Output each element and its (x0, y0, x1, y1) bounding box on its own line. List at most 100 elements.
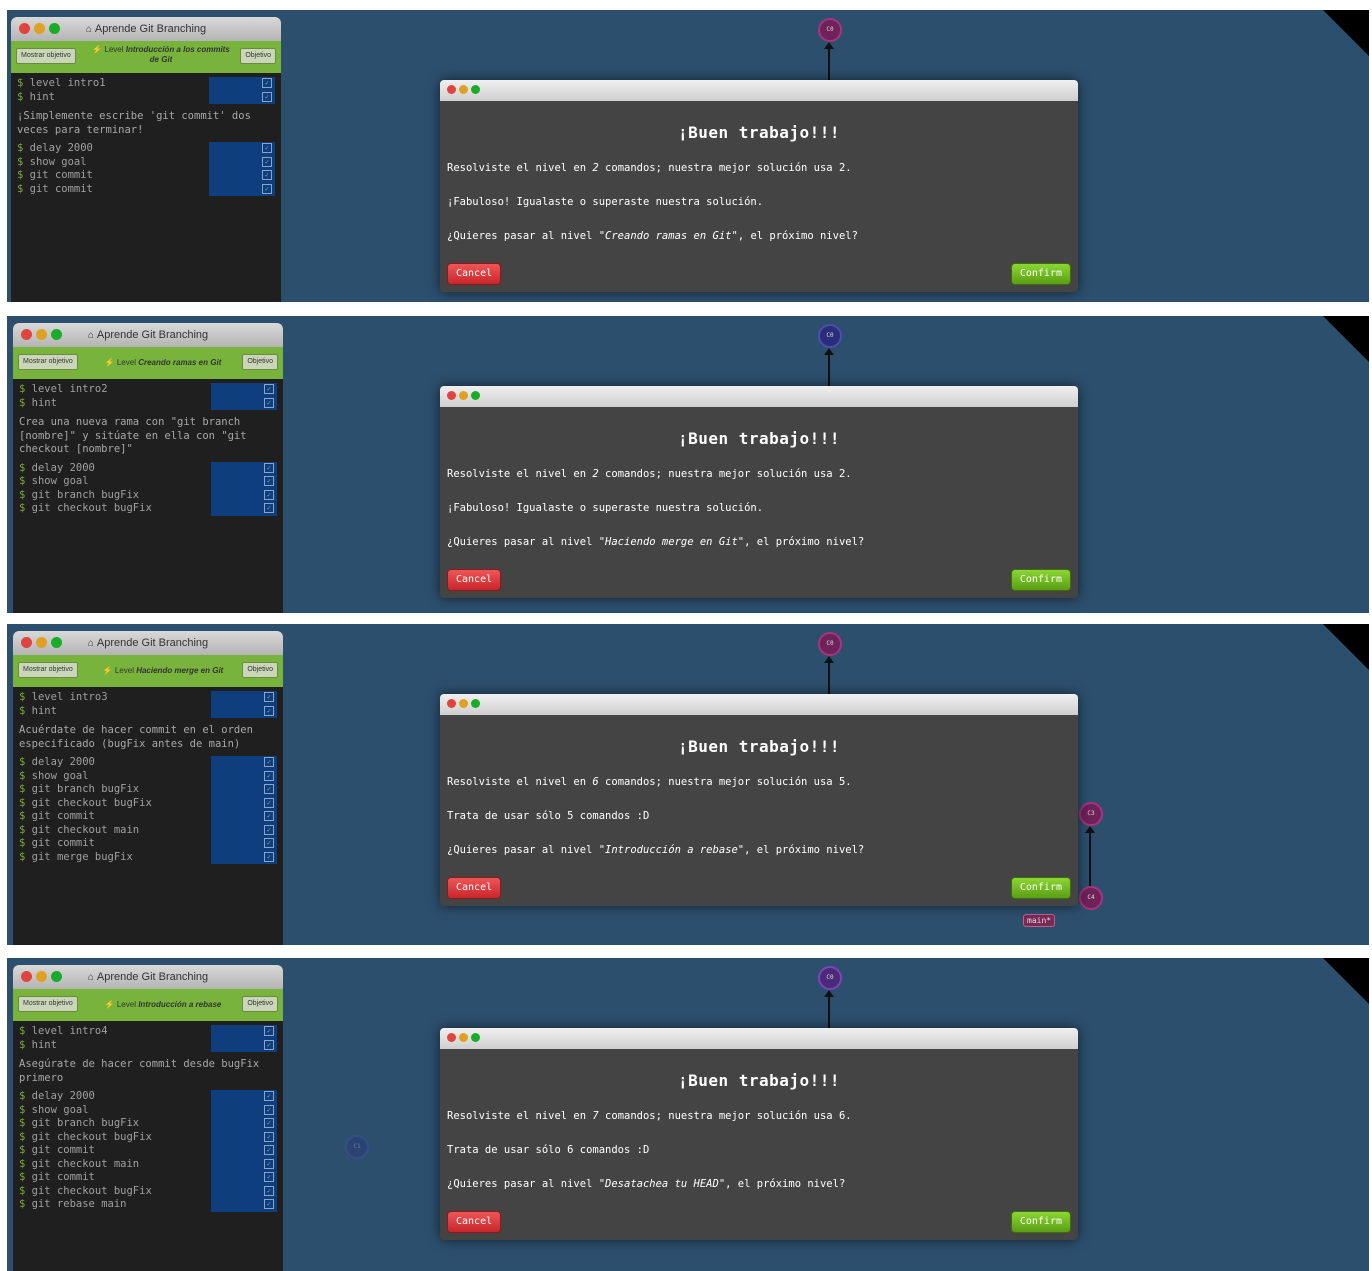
minimize-dot[interactable] (459, 85, 468, 94)
command-line: $ git commit ✓ (19, 837, 277, 851)
minimize-dot[interactable] (34, 23, 45, 34)
cancel-button[interactable]: Cancel (447, 569, 502, 591)
screenshot-panel-2: ⌂ Aprende Git Branching Mostrar objetivo … (7, 316, 1369, 613)
cancel-button[interactable]: Cancel (447, 263, 502, 285)
close-dot[interactable] (19, 23, 30, 34)
maximize-dot[interactable] (51, 329, 62, 340)
confirm-button[interactable]: Confirm (1010, 877, 1071, 899)
cancel-button[interactable]: Cancel (447, 1211, 502, 1233)
check-icon: ✓ (264, 397, 274, 408)
check-icon: ✓ (264, 489, 274, 500)
check-icon: ✓ (264, 1131, 274, 1142)
feedback-text: ¡Fabuloso! Igualaste o superaste nuestra… (447, 196, 764, 208)
close-dot[interactable] (21, 971, 32, 982)
corner-ribbon[interactable] (1323, 958, 1369, 1004)
objective-button[interactable]: Objetivo (242, 662, 278, 678)
screenshot-panel-1: ⌂ Aprende Git Branching Mostrar objetivo … (7, 10, 1369, 302)
edge-arrow (824, 656, 834, 663)
minimize-dot[interactable] (36, 637, 47, 648)
maximize-dot[interactable] (49, 23, 60, 34)
maximize-dot[interactable] (471, 699, 480, 708)
command-line: $ git branch bugFix ✓ (19, 783, 277, 797)
commit-node-c0: C0 (818, 324, 842, 348)
check-icon: ✓ (264, 1158, 274, 1169)
show-goal-button[interactable]: Mostrar objetivo (18, 354, 78, 370)
show-goal-button[interactable]: Mostrar objetivo (18, 996, 78, 1012)
command-line: $ delay 2000 ✓ (17, 142, 275, 156)
show-goal-button[interactable]: Mostrar objetivo (18, 662, 78, 678)
cancel-button[interactable]: Cancel (447, 877, 502, 899)
level-title: ⚡ Level Haciendo merge en Git (102, 666, 224, 675)
commit-node-c4: C4 (1079, 886, 1103, 910)
check-icon: ✓ (264, 770, 274, 781)
maximize-dot[interactable] (471, 85, 480, 94)
command-line: $ show goal ✓ (19, 1103, 277, 1117)
commit-node-c0: C0 (818, 966, 842, 990)
check-icon: ✓ (264, 851, 274, 862)
maximize-dot[interactable] (51, 971, 62, 982)
level-complete-modal: ¡Buen trabajo!!! Resolviste el nivel en … (440, 80, 1078, 292)
level-bar: Mostrar objetivo ⚡ Level Introducción a … (13, 989, 283, 1021)
terminal-window: ⌂ Aprende Git Branching Mostrar objetivo … (11, 17, 281, 302)
confirm-button[interactable]: Confirm (1010, 1211, 1071, 1233)
maximize-dot[interactable] (471, 391, 480, 400)
maximize-dot[interactable] (471, 1033, 480, 1042)
check-icon: ✓ (262, 170, 272, 180)
terminal-output: $ level intro3 ✓ $ hint ✓ Acuérdate de hac… (13, 687, 283, 868)
app-title: Aprende Git Branching (96, 637, 209, 649)
maximize-dot[interactable] (51, 637, 62, 648)
close-dot[interactable] (447, 391, 456, 400)
check-icon: ✓ (264, 705, 274, 716)
check-icon: ✓ (264, 503, 274, 513)
level-title: ⚡ Level Introducción a rebase (104, 1000, 222, 1009)
branch-label-main: main* (1023, 914, 1056, 927)
commit-edge (828, 662, 830, 694)
corner-ribbon[interactable] (1323, 624, 1369, 670)
command-line: $ git commit ✓ (19, 1144, 277, 1158)
command-line: $ git commit ✓ (17, 182, 275, 196)
command-line: $ git commit ✓ (19, 1171, 277, 1185)
objective-button[interactable]: Objetivo (242, 996, 278, 1012)
check-icon: ✓ (264, 1039, 274, 1050)
check-icon: ✓ (264, 384, 274, 394)
close-dot[interactable] (21, 637, 32, 648)
corner-ribbon[interactable] (1323, 10, 1369, 56)
screenshot-panel-4: ⌂ Aprende Git Branching Mostrar objetivo … (7, 958, 1369, 1271)
app-title: Aprende Git Branching (94, 23, 207, 35)
minimize-dot[interactable] (459, 699, 468, 708)
command-line: $ delay 2000 ✓ (19, 461, 277, 475)
command-line: $ show goal ✓ (19, 769, 277, 783)
close-dot[interactable] (447, 699, 456, 708)
check-icon: ✓ (262, 183, 272, 194)
modal-heading: ¡Buen trabajo!!! (677, 429, 841, 448)
objective-button[interactable]: Objetivo (240, 48, 276, 64)
minimize-dot[interactable] (36, 329, 47, 340)
modal-heading: ¡Buen trabajo!!! (677, 123, 841, 142)
close-dot[interactable] (21, 329, 32, 340)
close-dot[interactable] (447, 85, 456, 94)
app-title: Aprende Git Branching (96, 329, 209, 341)
command-line: $ git checkout bugFix ✓ (19, 1130, 277, 1144)
command-line: $ git checkout bugFix ✓ (19, 1184, 277, 1198)
terminal-titlebar: ⌂ Aprende Git Branching (13, 965, 283, 989)
corner-ribbon[interactable] (1323, 316, 1369, 362)
modal-heading: ¡Buen trabajo!!! (677, 1071, 841, 1090)
objective-button[interactable]: Objetivo (242, 354, 278, 370)
check-icon: ✓ (264, 462, 274, 473)
command-line: $ level intro3 ✓ (19, 691, 277, 705)
close-dot[interactable] (447, 1033, 456, 1042)
show-goal-button[interactable]: Mostrar objetivo (16, 48, 76, 64)
command-line: $ git commit ✓ (17, 169, 275, 183)
commit-edge (1089, 832, 1091, 887)
command-line: $ show goal ✓ (19, 475, 277, 489)
minimize-dot[interactable] (36, 971, 47, 982)
minimize-dot[interactable] (459, 391, 468, 400)
command-line: $ show goal ✓ (17, 155, 275, 169)
modal-titlebar (440, 694, 1078, 715)
next-level-text: ¿Quieres pasar al nivel "Haciendo merge … (447, 536, 865, 548)
terminal-window: ⌂ Aprende Git Branching Mostrar objetivo … (13, 965, 283, 1271)
confirm-button[interactable]: Confirm (1010, 263, 1071, 285)
minimize-dot[interactable] (459, 1033, 468, 1042)
confirm-button[interactable]: Confirm (1010, 569, 1071, 591)
command-line: $ git checkout bugFix ✓ (19, 796, 277, 810)
